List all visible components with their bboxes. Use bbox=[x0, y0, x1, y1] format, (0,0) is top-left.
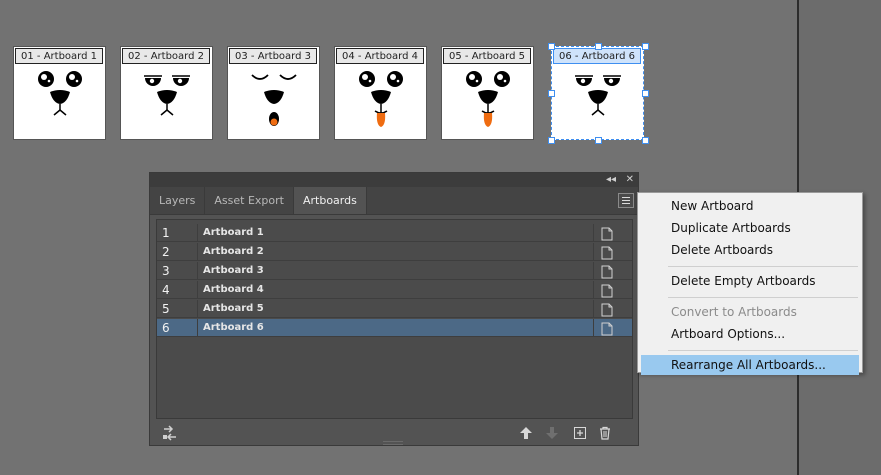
artboard-5[interactable]: 05 - Artboard 5 bbox=[441, 46, 534, 140]
panel-flyout-menu: New Artboard Duplicate Artboards Delete Ar… bbox=[637, 192, 863, 375]
move-up-icon[interactable] bbox=[519, 425, 533, 444]
menu-item-delete-artboards[interactable]: Delete Artboards bbox=[641, 240, 859, 260]
artboard-4[interactable]: 04 - Artboard 4 bbox=[334, 46, 427, 140]
tab-asset-export[interactable]: Asset Export bbox=[205, 187, 294, 214]
artboard-row[interactable]: 3 Artboard 3 bbox=[157, 262, 632, 280]
selection-handle[interactable] bbox=[642, 43, 649, 50]
tab-layers[interactable]: Layers bbox=[150, 187, 206, 214]
dog-face-illustration bbox=[575, 75, 621, 116]
artboard-list: 1 Artboard 1 2 Artboard 2 3 Artboard 3 4 Artboa… bbox=[156, 219, 633, 419]
artboard-1[interactable]: 01 - Artboard 1 bbox=[13, 46, 106, 140]
artboard-6[interactable]: 06 - Artboard 6 bbox=[548, 43, 649, 144]
dog-face-illustration bbox=[251, 74, 297, 126]
row-name[interactable]: Artboard 2 bbox=[203, 243, 264, 261]
menu-item-artboard-options[interactable]: Artboard Options... bbox=[641, 324, 859, 344]
menu-item-duplicate-artboards[interactable]: Duplicate Artboards bbox=[641, 218, 859, 238]
artboard-options-icon[interactable] bbox=[601, 321, 613, 340]
row-number: 6 bbox=[162, 321, 170, 335]
row-name[interactable]: Artboard 6 bbox=[203, 319, 264, 337]
selection-handle[interactable] bbox=[642, 137, 649, 144]
artboard-2[interactable]: 02 - Artboard 2 bbox=[120, 46, 213, 140]
menu-separator bbox=[668, 350, 858, 351]
artboard-3[interactable]: 03 - Artboard 3 bbox=[227, 46, 320, 140]
menu-item-convert-to-artboards: Convert to Artboards bbox=[671, 305, 797, 319]
row-number: 1 bbox=[162, 226, 170, 240]
panel-tabs: Layers Asset Export Artboards bbox=[150, 187, 638, 215]
menu-item-new-artboard[interactable]: New Artboard bbox=[641, 196, 859, 216]
dog-face-illustration bbox=[359, 71, 403, 127]
menu-item-rearrange-all-artboards[interactable]: Rearrange All Artboards... bbox=[641, 355, 859, 375]
selection-handle[interactable] bbox=[595, 43, 602, 50]
row-name[interactable]: Artboard 5 bbox=[203, 300, 264, 318]
selection-handle[interactable] bbox=[595, 137, 602, 144]
menu-item-delete-empty-artboards[interactable]: Delete Empty Artboards bbox=[641, 271, 859, 291]
selection-handle[interactable] bbox=[642, 90, 649, 97]
panel-titlebar[interactable]: ◂◂ ✕ bbox=[150, 173, 638, 187]
artboards-panel: ◂◂ ✕ Layers Asset Export Artboards 1 Artb… bbox=[149, 172, 639, 446]
tab-artboards[interactable]: Artboards bbox=[293, 187, 367, 214]
selection-handle[interactable] bbox=[548, 90, 555, 97]
panel-menu-icon[interactable] bbox=[618, 193, 634, 208]
rearrange-icon[interactable] bbox=[162, 425, 178, 445]
row-number: 4 bbox=[162, 283, 170, 297]
artboard-row[interactable]: 5 Artboard 5 bbox=[157, 300, 632, 318]
collapse-icon[interactable]: ◂◂ bbox=[606, 174, 616, 186]
delete-icon[interactable] bbox=[598, 425, 612, 444]
move-down-icon[interactable] bbox=[545, 425, 559, 444]
dog-face-illustration bbox=[466, 71, 510, 127]
row-number: 3 bbox=[162, 264, 170, 278]
selection-handle[interactable] bbox=[548, 43, 555, 50]
artboard-row[interactable]: 6 Artboard 6 bbox=[157, 319, 632, 337]
close-icon[interactable]: ✕ bbox=[626, 174, 634, 186]
row-number: 2 bbox=[162, 245, 170, 259]
row-name[interactable]: Artboard 3 bbox=[203, 262, 264, 280]
row-number: 5 bbox=[162, 302, 170, 316]
row-name[interactable]: Artboard 4 bbox=[203, 281, 264, 299]
menu-separator bbox=[668, 266, 858, 267]
row-name[interactable]: Artboard 1 bbox=[203, 224, 264, 242]
resize-grip[interactable] bbox=[383, 441, 403, 445]
artboard-row[interactable]: 2 Artboard 2 bbox=[157, 243, 632, 261]
menu-separator bbox=[668, 297, 858, 298]
dog-face-illustration bbox=[38, 71, 82, 116]
dog-face-illustration bbox=[144, 75, 190, 116]
selection-handle[interactable] bbox=[548, 137, 555, 144]
new-artboard-icon[interactable] bbox=[573, 425, 587, 444]
artboard-row[interactable]: 1 Artboard 1 bbox=[157, 224, 632, 242]
artboard-row[interactable]: 4 Artboard 4 bbox=[157, 281, 632, 299]
